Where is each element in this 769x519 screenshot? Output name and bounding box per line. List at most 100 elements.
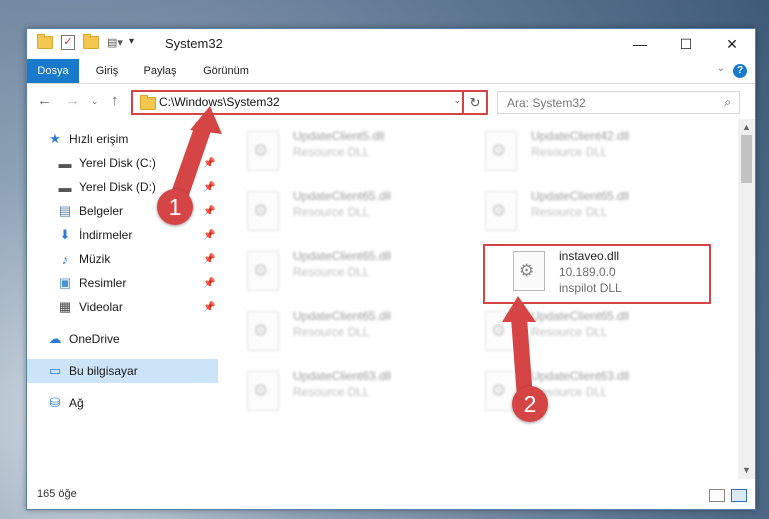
file-name: UpdateClient65.dll [531,189,630,203]
file-name: UpdateClient65.dll [293,249,392,263]
scroll-up-icon[interactable]: ▲ [738,119,755,136]
address-path: C:\Windows\System32 [159,95,280,109]
new-folder-icon[interactable] [83,34,99,49]
search-icon: ⌕ [724,95,731,109]
up-button[interactable]: ↑ [111,92,119,109]
vertical-scrollbar[interactable]: ▲ ▼ [738,119,755,479]
nav-label: Hızlı erişim [69,132,129,146]
tab-home[interactable]: Giriş [87,59,127,83]
folder-icon [37,34,53,49]
step-badge-2: 2 [512,386,548,422]
nav-label: Ağ [69,396,84,410]
file-item[interactable]: UpdateClient42.dll Resource DLL [471,125,699,179]
nav-label: Yerel Disk (D:) [79,180,156,194]
dll-file-icon [247,311,279,351]
ribbon-expand-icon[interactable]: ⌄ [717,63,725,74]
refresh-button[interactable]: ↻ [462,90,488,115]
search-input[interactable]: Ara: System32 ⌕ [497,91,740,114]
nav-music[interactable]: ♪ Müzik 📌 [27,247,248,271]
nav-local-disk-c[interactable]: ▬ Yerel Disk (C:) 📌 [27,151,248,175]
properties-icon[interactable]: ✓ [61,35,75,50]
file-name: UpdateClient5.dll [293,129,385,143]
dll-file-icon [485,131,517,171]
music-icon: ♪ [61,251,69,267]
file-name: UpdateClient65.dll [531,309,630,323]
status-bar: 165 öğe [27,481,755,509]
minimize-button[interactable]: — [617,29,663,59]
forward-button[interactable]: → [65,92,80,109]
videos-icon: ▦ [58,299,72,314]
address-bar[interactable]: C:\Windows\System32 ⌄ [131,90,467,115]
file-description: Resource DLL [293,265,370,279]
file-item[interactable]: UpdateClient65.dll Resource DLL [233,185,461,239]
item-count: 165 öğe [37,488,77,500]
nav-this-pc[interactable]: ▭ Bu bilgisayar [27,359,218,383]
nav-label: Videolar [79,300,123,314]
search-placeholder: Ara: System32 [507,96,586,110]
file-item[interactable]: UpdateClient65.dll Resource DLL [233,305,461,359]
nav-label: Müzik [79,252,111,266]
file-item[interactable]: UpdateClient5.dll Resource DLL [233,125,461,179]
nav-videos[interactable]: ▦ Videolar 📌 [27,295,248,319]
nav-network[interactable]: ⛁ Ağ [27,391,238,415]
toolbar-dropdown-icon[interactable]: ▾ [129,36,143,50]
network-icon: ⛁ [49,395,61,410]
file-name: UpdateClient65.dll [293,189,392,203]
nav-label: Resimler [79,276,127,290]
tab-share[interactable]: Paylaş [137,59,183,83]
computer-icon: ▭ [48,363,62,378]
title-bar: ✓ ▤▾ ▾ System32 — ☐ ✕ [27,29,755,59]
file-item[interactable]: UpdateClient65.dll Resource DLL [233,245,461,299]
back-button[interactable]: ← [37,92,52,109]
recent-locations-button[interactable]: ⌄ [91,96,99,107]
pictures-icon: ▣ [58,275,72,290]
pin-icon: 📌 [203,277,216,289]
details-view-icon[interactable] [709,489,725,502]
scroll-thumb[interactable] [741,135,752,183]
ribbon-tabs: Dosya Giriş Paylaş Görünüm ⌄ ? [27,59,755,84]
nav-onedrive[interactable]: ☁ OneDrive [27,327,238,351]
dll-file-icon [247,371,279,411]
address-dropdown-icon[interactable]: ⌄ [453,95,461,106]
maximize-button[interactable]: ☐ [663,29,709,59]
file-description: Resource DLL [531,145,608,159]
nav-quick-access[interactable]: ★ Hızlı erişim [27,127,238,151]
folder-icon [140,95,156,110]
dll-file-icon [485,191,517,231]
tab-view[interactable]: Görünüm [197,59,255,83]
file-name: UpdateClient42.dll [531,129,630,143]
pin-icon: 📌 [203,253,216,265]
star-icon: ★ [49,131,61,146]
file-item[interactable]: UpdateClient63.dll Resource DLL [471,365,699,419]
file-item[interactable]: UpdateClient65.dll Resource DLL [471,185,699,239]
address-row: ← → ⌄ ↑ C:\Windows\System32 ⌄ ↻ Ara: Sys… [27,84,755,119]
nav-label: OneDrive [69,332,120,346]
nav-label: Belgeler [79,204,124,218]
file-description: Resource DLL [531,325,608,339]
nav-pictures[interactable]: ▣ Resimler 📌 [27,271,248,295]
file-item[interactable]: UpdateClient65.dll Resource DLL [471,305,699,359]
nav-label: Bu bilgisayar [69,364,138,378]
nav-documents[interactable]: ▤ Belgeler 📌 [27,199,248,223]
nav-downloads[interactable]: ⬇ İndirmeler 📌 [27,223,248,247]
nav-label: Yerel Disk (C:) [79,156,156,170]
cloud-icon: ☁ [48,331,62,346]
quick-access-toolbar: ✓ ▤▾ ▾ [37,34,151,50]
large-icons-view-icon[interactable] [731,489,747,502]
pin-icon: 📌 [203,229,216,241]
file-description: Resource DLL [293,205,370,219]
scroll-down-icon[interactable]: ▼ [738,462,755,479]
nav-local-disk-d[interactable]: ▬ Yerel Disk (D:) 📌 [27,175,248,199]
customize-toolbar-icon[interactable]: ▤▾ [107,36,123,50]
highlight-box [483,244,711,304]
help-icon[interactable]: ? [733,64,747,78]
pin-icon: 📌 [203,301,216,313]
dll-file-icon [247,191,279,231]
tab-file[interactable]: Dosya [27,59,79,83]
file-item[interactable]: UpdateClient63.dll Resource DLL [233,365,461,419]
close-button[interactable]: ✕ [709,29,755,59]
pin-icon: 📌 [203,157,216,169]
file-description: Resource DLL [293,385,370,399]
file-description: Resource DLL [531,205,608,219]
download-icon: ⬇ [59,227,71,242]
